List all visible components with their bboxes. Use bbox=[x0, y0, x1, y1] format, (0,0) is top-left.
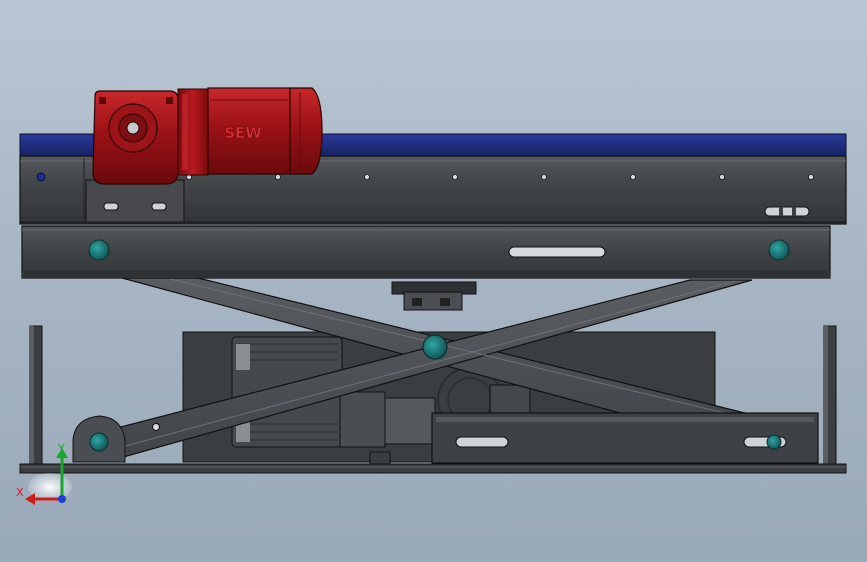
guide-post-left bbox=[29, 325, 43, 467]
gear-motor: SEW bbox=[92, 87, 323, 185]
guide-post-right bbox=[823, 325, 837, 467]
z-axis-dot bbox=[58, 495, 66, 503]
y-axis-label: Y bbox=[57, 442, 65, 455]
slide-rail bbox=[431, 412, 819, 464]
cad-model-drawing: SEW Y X bbox=[16, 87, 847, 505]
center-bracket bbox=[391, 281, 477, 311]
lower-platform-beam bbox=[21, 225, 831, 279]
x-axis-label: X bbox=[16, 486, 24, 499]
motor-mount-plate bbox=[85, 179, 185, 223]
motor-brand-label: SEW bbox=[224, 124, 262, 142]
cad-viewport[interactable]: SEW Y X bbox=[0, 0, 867, 562]
base-frame bbox=[19, 463, 847, 474]
